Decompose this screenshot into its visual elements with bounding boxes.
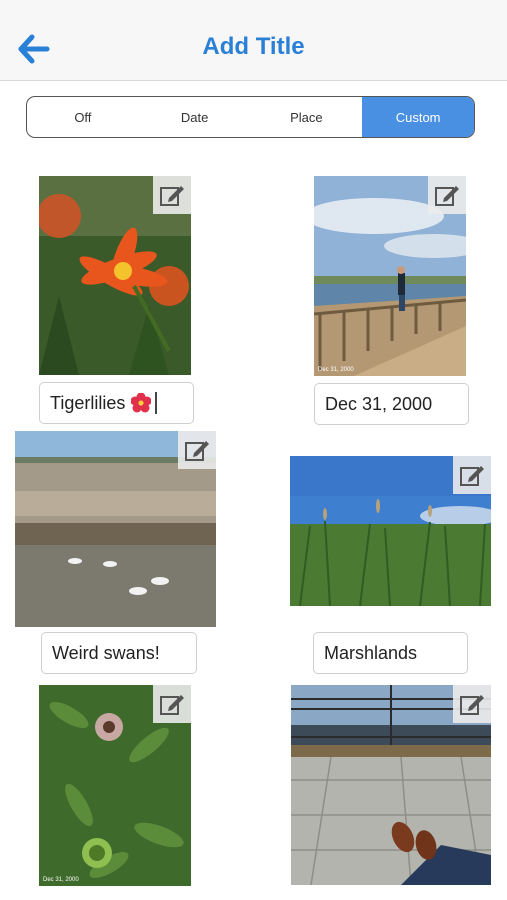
segment-place[interactable]: Place xyxy=(251,97,363,137)
photo-marshlands[interactable] xyxy=(290,456,491,606)
caption-text: Weird swans! xyxy=(52,642,160,663)
segment-off[interactable]: Off xyxy=(27,97,139,137)
caption-field-1[interactable]: Tigerlilies xyxy=(39,382,194,424)
segment-date[interactable]: Date xyxy=(139,97,251,137)
caption-field-3[interactable]: Weird swans! xyxy=(41,632,197,674)
edit-icon[interactable] xyxy=(428,176,466,214)
photo-tigerlilies[interactable] xyxy=(39,176,191,375)
edit-icon[interactable] xyxy=(178,431,216,469)
photo-swans[interactable] xyxy=(15,431,216,627)
caption-field-4[interactable]: Marshlands xyxy=(313,632,468,674)
navigation-bar: Add Title xyxy=(0,0,507,81)
caption-field-2[interactable]: Dec 31, 2000 xyxy=(314,383,469,425)
caption-text: Tigerlilies xyxy=(50,392,126,413)
hibiscus-flower-icon xyxy=(131,393,152,413)
segment-custom[interactable]: Custom xyxy=(362,97,474,137)
page-title: Add Title xyxy=(202,33,305,60)
photo-date-stamp: Dec 31, 2000 xyxy=(318,367,354,373)
title-mode-segmented-control: Off Date Place Custom xyxy=(26,96,475,138)
photo-date-stamp: Dec 31, 2000 xyxy=(43,877,79,883)
edit-icon[interactable] xyxy=(153,685,191,723)
caption-text: Dec 31, 2000 xyxy=(325,393,433,414)
photo-boardwalk[interactable]: Dec 31, 2000 xyxy=(314,176,466,376)
edit-icon[interactable] xyxy=(153,176,191,214)
photo-coneflowers[interactable]: Dec 31, 2000 xyxy=(39,685,191,886)
text-cursor xyxy=(155,392,157,414)
edit-icon[interactable] xyxy=(453,685,491,723)
caption-text: Marshlands xyxy=(324,642,418,663)
photo-pier-feet[interactable] xyxy=(291,685,491,885)
edit-icon[interactable] xyxy=(453,456,491,494)
